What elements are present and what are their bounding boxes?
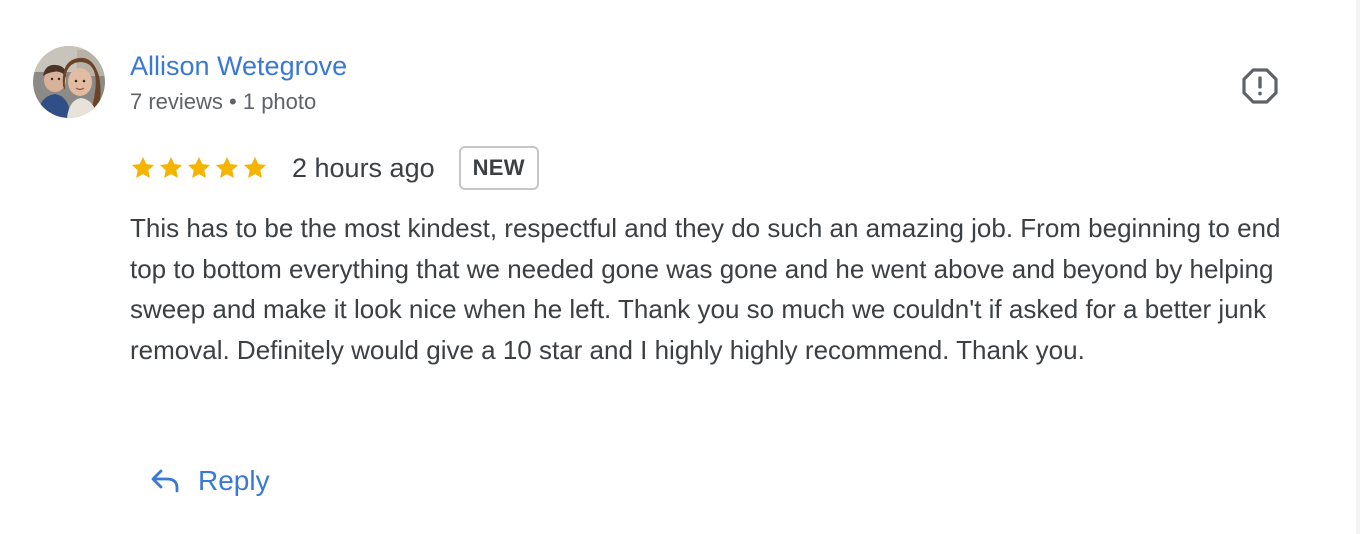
new-badge: NEW [458,146,539,190]
reply-button[interactable]: Reply [138,452,282,510]
star-icon [243,156,267,178]
review-card: Allison Wetegrove 7 reviews • 1 photo 2 … [0,0,1360,534]
scrollbar-track[interactable] [1356,0,1360,534]
star-rating [130,155,268,181]
avatar-photo-icon [33,46,105,118]
review-text: This has to be the most kindest, respect… [130,213,1281,365]
star-icon [215,156,239,178]
reviewer-meta: 7 reviews • 1 photo [130,89,317,114]
star-icon [159,156,183,178]
report-review-button[interactable] [1238,64,1282,108]
reviewer-name-link[interactable]: Allison Wetegrove [130,50,347,82]
report-flag-icon [1242,68,1278,104]
reply-label: Reply [198,465,270,496]
review-timestamp: 2 hours ago [292,152,435,183]
star-icon [187,156,211,178]
reviewer-avatar[interactable] [33,46,105,118]
star-icon [131,156,155,178]
rating-row: 2 hours ago NEW [130,144,539,192]
reply-arrow-icon [151,469,179,493]
